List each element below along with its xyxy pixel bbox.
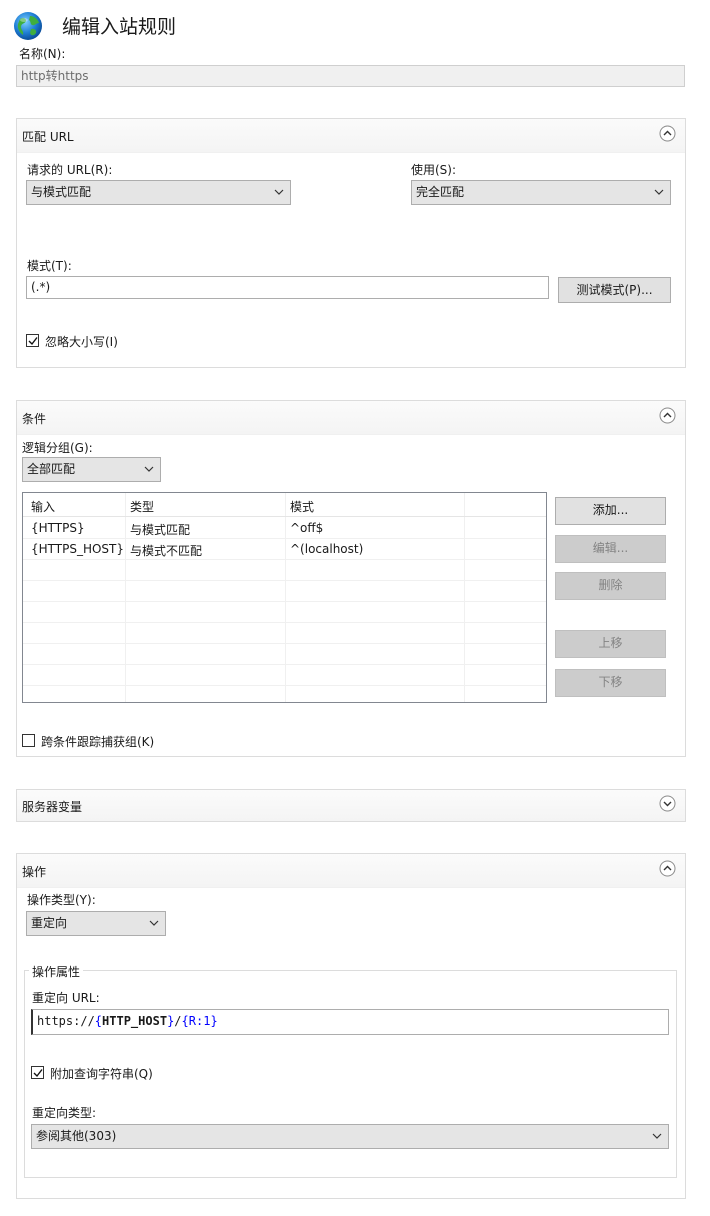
column-header-type[interactable]: 类型 bbox=[130, 498, 154, 515]
column-header-pattern[interactable]: 模式 bbox=[290, 498, 314, 515]
append-query-checkbox[interactable] bbox=[31, 1066, 44, 1079]
expand-down-icon[interactable] bbox=[659, 795, 676, 812]
table-row-empty bbox=[23, 581, 546, 602]
cell-pattern: ^(localhost) bbox=[290, 542, 364, 556]
collapse-up-icon[interactable] bbox=[659, 860, 676, 877]
redirect-url-input[interactable]: https://{HTTP_HOST}/{R:1} bbox=[31, 1009, 669, 1035]
track-groups-checkbox[interactable] bbox=[22, 734, 35, 747]
table-header: 输入 类型 模式 bbox=[23, 493, 546, 517]
action-type-label: 操作类型(Y): bbox=[27, 893, 96, 907]
logical-grouping-value: 全部匹配 bbox=[27, 462, 76, 476]
chevron-down-icon bbox=[654, 189, 664, 195]
table-row-empty bbox=[23, 623, 546, 644]
ignore-case-label: 忽略大小写(I) bbox=[45, 335, 118, 349]
redirect-url-server-var: HTTP_HOST bbox=[102, 1014, 168, 1028]
column-header-input[interactable]: 输入 bbox=[31, 498, 55, 515]
server-variables-panel: 服务器变量 bbox=[16, 789, 686, 822]
logical-grouping-label: 逻辑分组(G): bbox=[22, 441, 93, 455]
match-url-panel: 匹配 URL bbox=[16, 118, 686, 368]
redirect-url-brace-close: } bbox=[210, 1014, 218, 1028]
cell-type: 与模式不匹配 bbox=[130, 544, 203, 558]
checkmark-icon bbox=[33, 1069, 43, 1078]
cell-input: {HTTPS_HOST} bbox=[31, 542, 125, 556]
cell-input: {HTTPS} bbox=[31, 521, 85, 535]
page-title: 编辑入站规则 bbox=[62, 16, 177, 38]
append-query-label: 附加查询字符串(Q) bbox=[50, 1067, 153, 1081]
match-url-title: 匹配 URL bbox=[22, 130, 74, 144]
action-properties-legend: 操作属性 bbox=[29, 963, 84, 980]
using-value: 完全匹配 bbox=[416, 185, 465, 199]
action-type-select[interactable]: 重定向 bbox=[26, 911, 166, 936]
action-type-value: 重定向 bbox=[31, 916, 68, 930]
table-row[interactable]: {HTTPS} 与模式匹配 ^off$ bbox=[23, 518, 546, 539]
name-field[interactable]: http转https bbox=[16, 65, 685, 87]
table-row-empty bbox=[23, 665, 546, 686]
conditions-panel-header: 条件 bbox=[17, 401, 685, 435]
add-condition-button[interactable]: 添加... bbox=[555, 497, 666, 525]
chevron-down-icon bbox=[149, 920, 159, 926]
match-url-panel-header: 匹配 URL bbox=[17, 119, 685, 153]
table-row-empty bbox=[23, 644, 546, 665]
requested-url-label: 请求的 URL(R): bbox=[27, 163, 113, 177]
collapse-up-icon[interactable] bbox=[659, 125, 676, 142]
edit-condition-button[interactable]: 编辑... bbox=[555, 535, 666, 563]
redirect-url-slash: / bbox=[174, 1014, 182, 1028]
redirect-type-select[interactable]: 参阅其他(303) bbox=[31, 1124, 669, 1149]
redirect-url-label: 重定向 URL: bbox=[32, 991, 100, 1005]
action-title: 操作 bbox=[22, 865, 47, 879]
table-row-empty bbox=[23, 602, 546, 623]
remove-condition-button[interactable]: 删除 bbox=[555, 572, 666, 600]
table-row-empty bbox=[23, 560, 546, 581]
move-up-button[interactable]: 上移 bbox=[555, 630, 666, 658]
using-label: 使用(S): bbox=[411, 163, 457, 177]
chevron-down-icon bbox=[652, 1133, 662, 1139]
move-down-button[interactable]: 下移 bbox=[555, 669, 666, 697]
redirect-url-backref: R:1 bbox=[188, 1014, 211, 1028]
cell-pattern: ^off$ bbox=[290, 521, 324, 535]
using-select[interactable]: 完全匹配 bbox=[411, 180, 671, 205]
chevron-down-icon bbox=[274, 189, 284, 195]
ignore-case-checkbox[interactable] bbox=[26, 334, 39, 347]
redirect-url-brace-open: { bbox=[181, 1014, 189, 1028]
conditions-title: 条件 bbox=[22, 412, 47, 426]
name-label: 名称(N): bbox=[19, 47, 66, 61]
requested-url-select[interactable]: 与模式匹配 bbox=[26, 180, 291, 205]
pattern-label: 模式(T): bbox=[27, 259, 72, 273]
server-variables-panel-header[interactable]: 服务器变量 bbox=[17, 790, 685, 821]
action-panel-header: 操作 bbox=[17, 854, 685, 888]
track-groups-label: 跨条件跟踪捕获组(K) bbox=[41, 735, 155, 749]
checkmark-icon bbox=[28, 337, 38, 346]
requested-url-value: 与模式匹配 bbox=[31, 185, 92, 199]
cell-type: 与模式匹配 bbox=[130, 523, 191, 537]
test-pattern-button[interactable]: 测试模式(P)... bbox=[558, 277, 671, 303]
logical-grouping-select[interactable]: 全部匹配 bbox=[22, 457, 161, 482]
table-row[interactable]: {HTTPS_HOST} 与模式不匹配 ^(localhost) bbox=[23, 539, 546, 560]
conditions-table[interactable]: 输入 类型 模式 {HTTPS} 与模式匹配 ^off$ {HTTPS_HOST… bbox=[22, 492, 547, 703]
globe-icon bbox=[12, 10, 44, 42]
redirect-type-value: 参阅其他(303) bbox=[36, 1129, 117, 1143]
pattern-input[interactable]: (.*) bbox=[26, 276, 549, 299]
chevron-down-icon bbox=[144, 466, 154, 472]
collapse-up-icon[interactable] bbox=[659, 407, 676, 424]
redirect-type-label: 重定向类型: bbox=[32, 1106, 97, 1120]
redirect-url-brace-open: { bbox=[94, 1014, 103, 1028]
server-variables-title: 服务器变量 bbox=[22, 800, 83, 814]
redirect-url-scheme: https:// bbox=[37, 1014, 95, 1028]
